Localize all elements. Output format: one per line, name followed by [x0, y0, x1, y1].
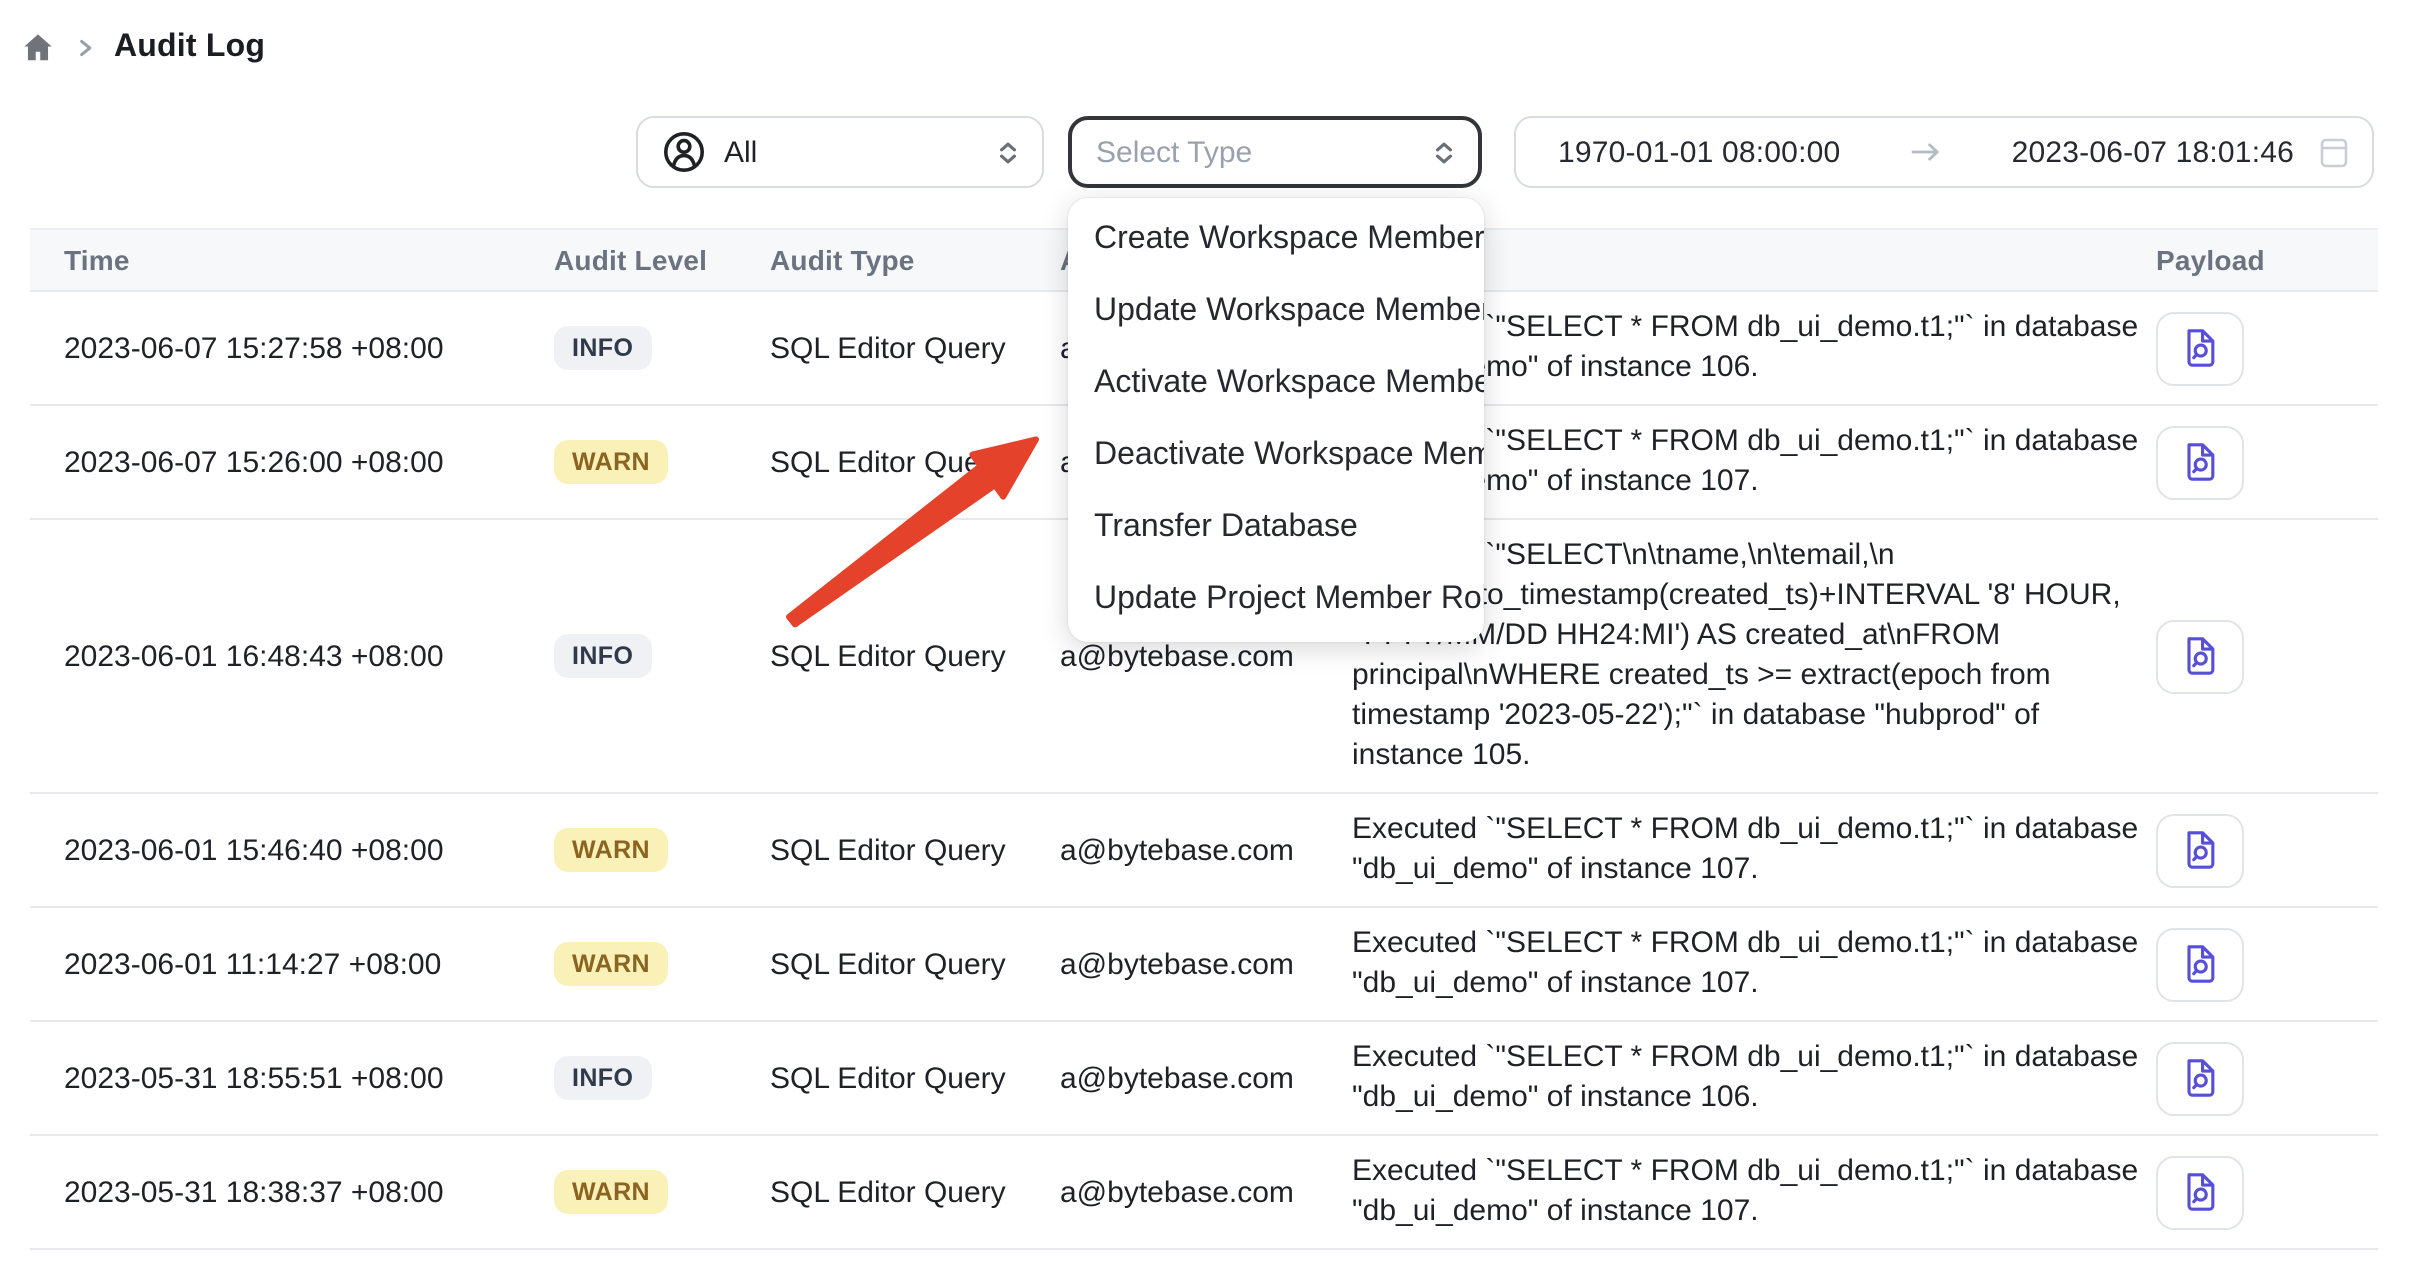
cell-time: 2023-05-31 18:55:51 +08:00: [64, 1022, 554, 1134]
type-menu-item[interactable]: Transfer Database: [1068, 492, 1484, 564]
calendar-icon: [2320, 136, 2348, 168]
payload-view-button[interactable]: [2156, 1155, 2244, 1229]
cell-audit-level: WARN: [554, 908, 770, 1020]
breadcrumb: Audit Log: [20, 22, 265, 74]
chevron-updown-icon: [994, 137, 1022, 167]
type-menu-item[interactable]: Create Workspace Member: [1068, 204, 1484, 276]
column-header-type: Audit Type: [770, 244, 1060, 276]
cell-time: 2023-06-01 15:46:40 +08:00: [64, 794, 554, 906]
actor-filter-value: All: [724, 135, 757, 169]
payload-view-button[interactable]: [2156, 425, 2244, 499]
audit-level-badge: WARN: [554, 828, 668, 872]
table-row: 2023-06-01 11:14:27 +08:00WARN SQL Editor…: [30, 908, 2378, 1022]
payload-file-search-icon: [2178, 828, 2222, 872]
cell-audit-level: INFO: [554, 292, 770, 404]
cell-actor: a@bytebase.com: [1060, 1136, 1352, 1248]
payload-file-search-icon: [2178, 1170, 2222, 1214]
payload-file-search-icon: [2178, 942, 2222, 986]
cell-audit-level: WARN: [554, 1136, 770, 1248]
cell-comment: Executed `"SELECT * FROM db_ui_demo.t1;"…: [1352, 794, 2156, 906]
cell-audit-type: SQL Editor Query: [770, 406, 1060, 518]
cell-payload: [2156, 1136, 2378, 1248]
cell-audit-level: WARN: [554, 406, 770, 518]
page-title: Audit Log: [114, 30, 265, 66]
column-header-payload: Payload: [2156, 244, 2378, 276]
cell-time: 2023-06-01 16:48:43 +08:00: [64, 520, 554, 792]
type-select-menu: Create Workspace MemberUpdate Workspace …: [1068, 198, 1484, 642]
chevron-updown-icon: [1430, 137, 1458, 167]
date-range-end: 2023-06-07 18:01:46: [2012, 135, 2294, 169]
cell-comment: Executed `"SELECT * FROM db_ui_demo.t1;"…: [1352, 1136, 2156, 1248]
filter-bar: All Select Type 1970-01-01 08:00:00 2023…: [0, 116, 2410, 188]
table-row: 2023-06-01 15:46:40 +08:00WARN SQL Editor…: [30, 794, 2378, 908]
cell-payload: [2156, 908, 2378, 1020]
column-header-level: Audit Level: [554, 244, 770, 276]
audit-level-badge: WARN: [554, 942, 668, 986]
chevron-right-icon: [74, 36, 96, 60]
arrow-right-icon: [1910, 140, 1942, 164]
cell-actor: a@bytebase.com: [1060, 794, 1352, 906]
payload-file-search-icon: [2178, 1056, 2222, 1100]
cell-audit-type: SQL Editor Query: [770, 520, 1060, 792]
audit-level-badge: INFO: [554, 1056, 651, 1100]
payload-file-search-icon: [2178, 634, 2222, 678]
payload-view-button[interactable]: [2156, 927, 2244, 1001]
cell-time: 2023-05-31 18:38:37 +08:00: [64, 1136, 554, 1248]
table-row: 2023-05-31 18:55:51 +08:00INFO SQL Editor…: [30, 1022, 2378, 1136]
date-range-picker[interactable]: 1970-01-01 08:00:00 2023-06-07 18:01:46: [1514, 116, 2374, 188]
cell-audit-type: SQL Editor Query: [770, 292, 1060, 404]
audit-level-badge: INFO: [554, 326, 651, 370]
payload-view-button[interactable]: [2156, 1041, 2244, 1115]
audit-level-badge: WARN: [554, 440, 668, 484]
cell-audit-type: SQL Editor Query: [770, 1022, 1060, 1134]
cell-actor: a@bytebase.com: [1060, 1022, 1352, 1134]
audit-level-badge: INFO: [554, 634, 651, 678]
audit-level-badge: WARN: [554, 1170, 668, 1214]
type-menu-item[interactable]: Update Project Member Role: [1068, 564, 1484, 636]
cell-comment: Executed `"SELECT * FROM db_ui_demo.t1;"…: [1352, 1022, 2156, 1134]
cell-payload: [2156, 794, 2378, 906]
cell-payload: [2156, 292, 2378, 404]
cell-actor: a@bytebase.com: [1060, 908, 1352, 1020]
payload-view-button[interactable]: [2156, 813, 2244, 887]
date-range-start: 1970-01-01 08:00:00: [1558, 135, 1840, 169]
cell-audit-level: INFO: [554, 520, 770, 792]
cell-audit-level: INFO: [554, 1022, 770, 1134]
column-header-time: Time: [64, 244, 554, 276]
type-filter-select[interactable]: Select Type: [1068, 116, 1482, 188]
actor-filter-select[interactable]: All: [636, 116, 1044, 188]
cell-time: 2023-06-01 11:14:27 +08:00: [64, 908, 554, 1020]
cell-comment: Executed `"SELECT * FROM db_ui_demo.t1;"…: [1352, 908, 2156, 1020]
payload-file-search-icon: [2178, 440, 2222, 484]
payload-file-search-icon: [2178, 326, 2222, 370]
type-menu-item[interactable]: Activate Workspace Member: [1068, 348, 1484, 420]
type-filter-placeholder: Select Type: [1096, 135, 1252, 169]
cell-payload: [2156, 520, 2378, 792]
cell-audit-type: SQL Editor Query: [770, 794, 1060, 906]
cell-payload: [2156, 1022, 2378, 1134]
payload-view-button[interactable]: [2156, 311, 2244, 385]
audit-log-page: Audit Log All Select Type 1970-01-01 08:…: [0, 0, 2410, 1268]
cell-payload: [2156, 406, 2378, 518]
type-menu-item[interactable]: Deactivate Workspace Member: [1068, 420, 1484, 492]
home-icon[interactable]: [20, 30, 56, 66]
cell-time: 2023-06-07 15:27:58 +08:00: [64, 292, 554, 404]
type-menu-item[interactable]: Update Workspace Member: [1068, 276, 1484, 348]
cell-time: 2023-06-07 15:26:00 +08:00: [64, 406, 554, 518]
cell-audit-type: SQL Editor Query: [770, 1136, 1060, 1248]
payload-view-button[interactable]: [2156, 619, 2244, 693]
cell-audit-type: SQL Editor Query: [770, 908, 1060, 1020]
user-icon: [662, 130, 706, 174]
cell-audit-level: WARN: [554, 794, 770, 906]
table-row: 2023-05-31 18:38:37 +08:00WARN SQL Editor…: [30, 1136, 2378, 1250]
